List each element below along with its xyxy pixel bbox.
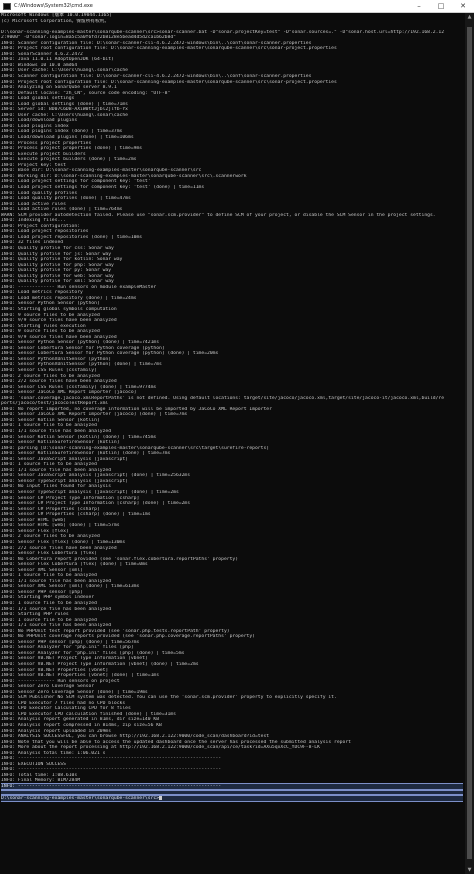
text-cursor: [159, 795, 162, 800]
console-output[interactable]: Microsoft Windows [版本 10.0.19044.1165] (c…: [1, 13, 463, 871]
window-title: C:\Windows\System32\cmd.exe: [14, 3, 93, 9]
console-line: D:\sonar-scanning-examples-master\sonarq…: [1, 794, 463, 802]
console-line: WARN: SCM provider autodetection failed.…: [1, 212, 436, 218]
scroll-thumb[interactable]: [467, 27, 472, 859]
scroll-up-icon[interactable]: ▲: [465, 13, 474, 21]
vertical-scrollbar[interactable]: ▲ ▼: [465, 13, 474, 874]
minimize-button[interactable]: –: [408, 0, 430, 12]
window-controls: – □ ✕: [408, 0, 474, 12]
maximize-button[interactable]: □: [430, 0, 452, 12]
scroll-down-icon[interactable]: ▼: [465, 866, 474, 874]
prompt-text: D:\sonar-scanning-examples-master\sonarq…: [1, 795, 160, 801]
title-bar: C:\Windows\System32\cmd.exe – □ ✕: [0, 0, 474, 13]
close-button[interactable]: ✕: [452, 0, 474, 12]
console-icon: [3, 2, 11, 10]
